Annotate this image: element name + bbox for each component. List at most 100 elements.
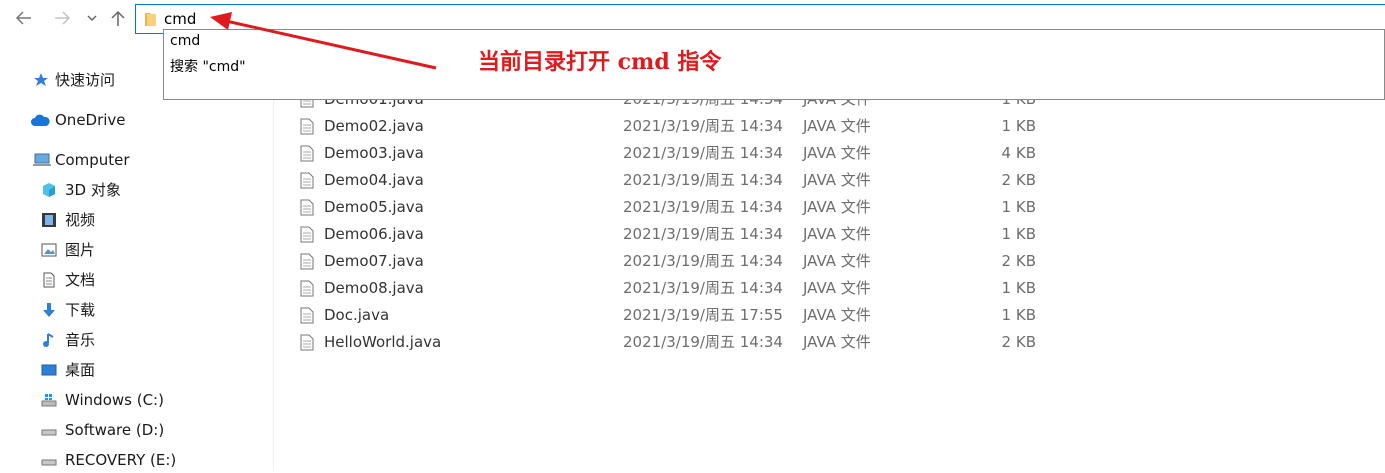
java-file-icon	[300, 145, 314, 162]
sidebar-item-label: 下载	[65, 301, 96, 319]
chevron-down-icon	[87, 15, 97, 22]
up-button[interactable]	[108, 6, 128, 30]
file-type: JAVA 文件	[803, 171, 871, 189]
file-date: 2021/3/19/周五 14:34	[623, 333, 783, 351]
sidebar-item-label: 文档	[65, 271, 96, 289]
file-name: Demo07.java	[324, 252, 424, 270]
folder-icon	[145, 13, 156, 26]
file-row[interactable]: Demo04.java 2021/3/19/周五 14:34 JAVA 文件 2…	[298, 167, 1385, 194]
sidebar-item-pictures[interactable]: 图片	[0, 237, 273, 263]
java-file-icon	[300, 172, 314, 189]
file-type: JAVA 文件	[803, 225, 871, 243]
file-row[interactable]: Demo03.java 2021/3/19/周五 14:34 JAVA 文件 4…	[298, 140, 1385, 167]
sidebar-item-label: RECOVERY (E:)	[65, 451, 177, 469]
java-file-icon	[300, 280, 314, 297]
sidebar-item-label: 视频	[65, 211, 96, 229]
file-name: Demo04.java	[324, 171, 424, 189]
cube-icon	[43, 183, 55, 197]
file-row[interactable]: Demo05.java 2021/3/19/周五 14:34 JAVA 文件 1…	[298, 194, 1385, 221]
java-file-icon	[300, 118, 314, 135]
suggestion-item[interactable]: 搜索 "cmd"	[170, 56, 246, 76]
video-icon	[42, 213, 56, 227]
java-file-icon	[300, 307, 314, 324]
drive-icon	[41, 459, 57, 466]
forward-button[interactable]	[50, 6, 74, 30]
sidebar-item-drive-d[interactable]: Software (D:)	[0, 417, 273, 443]
suggestion-item[interactable]: cmd	[170, 33, 200, 49]
sidebar-item-label: 快速访问	[55, 71, 116, 89]
file-row[interactable]: Demo02.java 2021/3/19/周五 14:34 JAVA 文件 1…	[298, 113, 1385, 140]
recent-locations-button[interactable]	[84, 6, 100, 30]
file-date: 2021/3/19/周五 14:34	[623, 144, 783, 162]
file-row[interactable]: Demo07.java 2021/3/19/周五 14:34 JAVA 文件 2…	[298, 248, 1385, 275]
sidebar-item-label: Windows (C:)	[65, 391, 164, 409]
file-name: Demo05.java	[324, 198, 424, 216]
music-icon	[43, 333, 54, 347]
file-row[interactable]: HelloWorld.java 2021/3/19/周五 14:34 JAVA …	[298, 329, 1385, 356]
file-type: JAVA 文件	[803, 198, 871, 216]
file-name: HelloWorld.java	[324, 333, 442, 351]
document-icon	[43, 272, 55, 288]
file-date: 2021/3/19/周五 14:34	[623, 117, 783, 135]
sidebar-item-label: OneDrive	[55, 111, 126, 129]
sidebar-item-label: Software (D:)	[65, 421, 165, 439]
annotation-text: 当前目录打开 cmd 指令	[478, 49, 722, 75]
cloud-icon	[31, 114, 50, 126]
back-arrow-icon	[15, 11, 31, 25]
desktop-icon	[41, 364, 57, 376]
back-button[interactable]	[12, 6, 36, 30]
sidebar-item-music[interactable]: 音乐	[0, 327, 273, 353]
navigation-pane: 快速访问 OneDrive Computer 3D 对象 视频 图片 文档 下载…	[0, 60, 274, 471]
computer-icon	[33, 153, 51, 166]
file-size: 1 KB	[1001, 279, 1036, 297]
up-arrow-icon	[111, 10, 125, 26]
file-date: 2021/3/19/周五 14:34	[623, 252, 783, 270]
download-icon	[43, 303, 55, 317]
file-type: JAVA 文件	[803, 117, 871, 135]
file-date: 2021/3/19/周五 14:34	[623, 171, 783, 189]
sidebar-item-3d-objects[interactable]: 3D 对象	[0, 177, 273, 203]
sidebar-item-label: 3D 对象	[65, 181, 121, 199]
java-file-icon	[300, 226, 314, 243]
sidebar-item-videos[interactable]: 视频	[0, 207, 273, 233]
sidebar-item-onedrive[interactable]: OneDrive	[0, 107, 273, 133]
sidebar-item-label: 图片	[65, 241, 96, 259]
file-name: Demo02.java	[324, 117, 424, 135]
file-date: 2021/3/19/周五 14:34	[623, 198, 783, 216]
file-row[interactable]: Demo06.java 2021/3/19/周五 14:34 JAVA 文件 1…	[298, 221, 1385, 248]
file-name: Demo08.java	[324, 279, 424, 297]
file-row[interactable]: Doc.java 2021/3/19/周五 17:55 JAVA 文件 1 KB	[298, 302, 1385, 329]
file-date: 2021/3/19/周五 14:34	[623, 279, 783, 297]
drive-icon	[41, 429, 57, 436]
sidebar-item-drive-e[interactable]: RECOVERY (E:)	[0, 447, 273, 473]
file-size: 2 KB	[1001, 171, 1036, 189]
file-size: 2 KB	[1001, 252, 1036, 270]
sidebar-item-label: 桌面	[65, 361, 96, 379]
file-name: Doc.java	[324, 306, 390, 324]
address-input[interactable]	[164, 8, 564, 30]
file-size: 2 KB	[1001, 333, 1036, 351]
sidebar-item-label: 音乐	[65, 331, 96, 349]
java-file-icon	[300, 253, 314, 270]
sidebar-item-documents[interactable]: 文档	[0, 267, 273, 293]
sidebar-item-computer[interactable]: Computer	[0, 147, 273, 173]
sidebar-item-label: Computer	[55, 151, 130, 169]
forward-arrow-icon	[55, 11, 71, 25]
file-type: JAVA 文件	[803, 333, 871, 351]
address-suggestions: cmd 搜索 "cmd"	[163, 29, 1385, 100]
star-icon	[34, 73, 48, 86]
file-size: 4 KB	[1001, 144, 1036, 162]
java-file-icon	[300, 334, 314, 351]
file-type: JAVA 文件	[803, 279, 871, 297]
file-date: 2021/3/19/周五 17:55	[623, 306, 783, 324]
file-size: 1 KB	[1001, 306, 1036, 324]
picture-icon	[41, 243, 57, 257]
java-file-icon	[300, 199, 314, 216]
file-row[interactable]: Demo08.java 2021/3/19/周五 14:34 JAVA 文件 1…	[298, 275, 1385, 302]
file-type: JAVA 文件	[803, 252, 871, 270]
sidebar-item-downloads[interactable]: 下载	[0, 297, 273, 323]
file-type: JAVA 文件	[803, 144, 871, 162]
file-type: JAVA 文件	[803, 306, 871, 324]
sidebar-item-desktop[interactable]: 桌面	[0, 357, 273, 383]
sidebar-item-drive-c[interactable]: Windows (C:)	[0, 387, 273, 413]
